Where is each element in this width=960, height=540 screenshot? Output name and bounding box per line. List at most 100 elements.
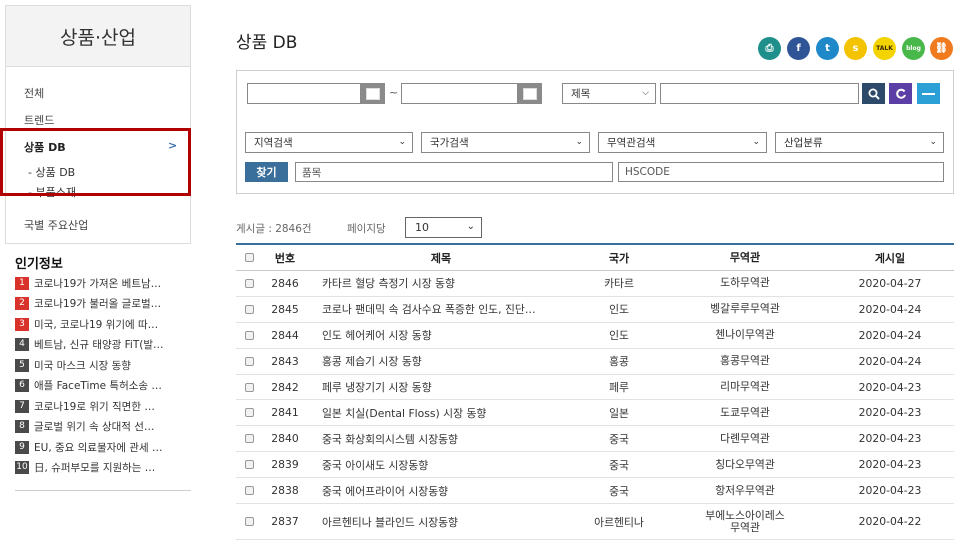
kakaotalk-icon[interactable]: TALK	[873, 37, 896, 60]
popular-item-text: 코로나19가 불러올 글로벌…	[34, 298, 162, 311]
row-checkbox[interactable]	[236, 460, 262, 470]
popular-item[interactable]: 5 미국 마스크 시장 동향	[15, 355, 191, 376]
item-input[interactable]: 품목	[295, 162, 613, 182]
start-date-input[interactable]	[247, 83, 361, 104]
row-date: 2020-04-22	[858, 515, 922, 529]
table-row[interactable]: 2846 카타르 혈당 측정기 시장 동향 카타르 도하무역관 2020-04-27	[236, 271, 954, 297]
row-title-link[interactable]: 중국 화상회의시스템 시장동향	[308, 431, 574, 447]
row-title-link[interactable]: 홍콩 제습기 시장 동향	[308, 353, 574, 369]
popular-title: 인기정보	[15, 257, 63, 272]
select-all-checkbox[interactable]	[236, 253, 262, 262]
search-field-select[interactable]: 제목 ⌵	[562, 83, 656, 104]
row-checkbox[interactable]	[236, 408, 262, 418]
table-row[interactable]: 2839 중국 아이새도 시장동향 중국 칭다오무역관 2020-04-23	[236, 452, 954, 479]
row-office: 항저우무역관	[715, 483, 775, 497]
row-title-link[interactable]: 일본 치실(Dental Floss) 시장 동향	[308, 405, 574, 421]
popular-item[interactable]: 7 코로나19로 위기 직면한 …	[15, 396, 191, 417]
popular-item[interactable]: 9 EU, 중요 의료물자에 관세 …	[15, 437, 191, 458]
row-number: 2838	[271, 484, 299, 498]
popular-item[interactable]: 4 베트남, 신규 태양광 FiT(발…	[15, 335, 191, 356]
popular-item[interactable]: 2 코로나19가 불러올 글로벌…	[15, 294, 191, 315]
popular-item-text: 日, 슈퍼부모를 지원하는 …	[34, 462, 156, 475]
popular-item[interactable]: 1 코로나19가 가져온 베트남…	[15, 273, 191, 294]
popular-list: 1 코로나19가 가져온 베트남… 2 코로나19가 불러올 글로벌… 3 미국, 코로나…	[15, 273, 191, 478]
popular-item[interactable]: 3 미국, 코로나19 위기에 따…	[15, 314, 191, 335]
row-office: 다롄무역관	[720, 431, 770, 445]
row-title-link[interactable]: 아르헨티나 블라인드 시장동향	[308, 514, 574, 530]
row-title-link[interactable]: 중국 아이새도 시장동향	[308, 457, 574, 473]
table-row[interactable]: 2840 중국 화상회의시스템 시장동향 중국 다롄무역관 2020-04-23	[236, 426, 954, 453]
row-checkbox[interactable]	[236, 382, 262, 392]
row-office: 부에노스아이레스무역관	[705, 508, 785, 534]
row-checkbox[interactable]	[236, 517, 262, 527]
table-row[interactable]: 2838 중국 에어프라이어 시장동향 중국 항저우무역관 2020-04-23	[236, 478, 954, 505]
rank-badge: 6	[15, 379, 29, 393]
row-checkbox[interactable]	[236, 356, 262, 366]
blog-icon[interactable]: blog	[902, 37, 925, 60]
popular-item[interactable]: 10 日, 슈퍼부모를 지원하는 …	[15, 458, 191, 479]
row-date: 2020-04-23	[858, 432, 922, 446]
row-country: 중국	[609, 458, 629, 472]
popular-item[interactable]: 8 글로벌 위기 속 상대적 선…	[15, 417, 191, 438]
link-icon[interactable]: ⛓	[930, 37, 953, 60]
row-number: 2837	[271, 515, 299, 529]
row-checkbox[interactable]	[236, 486, 262, 496]
row-number: 2839	[271, 458, 299, 472]
table-row[interactable]: 2842 페루 냉장기기 시장 동향 페루 리마무역관 2020-04-23	[236, 375, 954, 401]
popular-item[interactable]: 6 애플 FaceTime 특허소송 …	[15, 376, 191, 397]
hscode-input[interactable]: HSCODE	[618, 162, 944, 182]
chevron-down-icon: ⌄	[398, 137, 406, 147]
row-date: 2020-04-23	[858, 406, 922, 420]
industry-select[interactable]: 산업분류 ⌄	[775, 132, 944, 153]
row-checkbox[interactable]	[236, 330, 262, 340]
print-icon[interactable]: ⎙	[758, 37, 781, 60]
row-date: 2020-04-23	[858, 458, 922, 472]
row-title-link[interactable]: 코로나 팬데믹 속 검사수요 폭증한 인도, 진단…	[308, 301, 574, 317]
row-checkbox[interactable]	[236, 434, 262, 444]
country-select[interactable]: 국가검색 ⌄	[421, 132, 590, 153]
calendar-icon[interactable]	[361, 83, 385, 104]
row-title-link[interactable]: 페루 냉장기기 시장 동향	[308, 379, 574, 395]
table-row[interactable]: 2843 홍콩 제습기 시장 동향 홍콩 홍콩무역관 2020-04-24	[236, 349, 954, 375]
table-row[interactable]: 2841 일본 치실(Dental Floss) 시장 동향 일본 도쿄무역관 2020…	[236, 400, 954, 427]
sidebar-item-all[interactable]: 전체	[24, 85, 44, 101]
chevron-down-icon: ⌵	[642, 88, 649, 98]
search-icon	[868, 88, 880, 100]
table-body: 2846 카타르 혈당 측정기 시장 동향 카타르 도하무역관 2020-04-27 28…	[236, 271, 954, 540]
facebook-icon[interactable]: f	[787, 37, 810, 60]
row-checkbox[interactable]	[236, 304, 262, 314]
twitter-icon[interactable]: t	[816, 37, 839, 60]
search-input[interactable]	[660, 83, 859, 104]
office-select[interactable]: 무역관검색 ⌄	[598, 132, 767, 153]
table-row[interactable]: 2844 인도 헤어케어 시장 동향 인도 첸나이무역관 2020-04-24	[236, 323, 954, 349]
row-office: 첸나이무역관	[715, 328, 775, 342]
row-title-link[interactable]: 인도 헤어케어 시장 동향	[308, 327, 574, 343]
table-row[interactable]: 2837 아르헨티나 블라인드 시장동향 아르헨티나 부에노스아이레스무역관 2020-…	[236, 504, 954, 540]
search-button[interactable]	[862, 83, 885, 104]
region-select[interactable]: 지역검색 ⌄	[245, 132, 413, 153]
col-date: 게시일	[874, 251, 906, 265]
reset-button[interactable]	[889, 83, 912, 104]
calendar-icon[interactable]	[518, 83, 542, 104]
row-number: 2842	[271, 380, 299, 394]
popular-item-text: 애플 FaceTime 특허소송 …	[34, 380, 162, 393]
popular-item-text: 코로나19로 위기 직면한 …	[34, 400, 155, 413]
row-date: 2020-04-24	[858, 328, 922, 342]
row-title-link[interactable]: 카타르 혈당 측정기 시장 동향	[308, 275, 574, 291]
row-title-link[interactable]: 중국 에어프라이어 시장동향	[308, 483, 574, 499]
row-checkbox[interactable]	[236, 278, 262, 288]
sidebar-item-country-industry[interactable]: 국별 주요산업	[24, 217, 88, 233]
rank-badge: 7	[15, 399, 29, 413]
select-value: 10	[415, 221, 429, 234]
rank-badge: 3	[15, 317, 29, 331]
rank-badge: 10	[15, 461, 29, 475]
sidebar-item-trend[interactable]: 트렌드	[24, 112, 54, 128]
row-office: 도쿄무역관	[720, 405, 770, 419]
kakaostory-icon[interactable]: s	[844, 37, 867, 60]
per-page-select[interactable]: 10 ⌄	[405, 217, 482, 238]
toggle-button[interactable]	[917, 83, 940, 104]
end-date-input[interactable]	[401, 83, 518, 104]
table-row[interactable]: 2845 코로나 팬데믹 속 검사수요 폭증한 인도, 진단… 인도 벵갈루루무역관 2…	[236, 297, 954, 323]
select-value: 산업분류	[784, 137, 823, 149]
find-button[interactable]: 찾기	[245, 162, 288, 182]
